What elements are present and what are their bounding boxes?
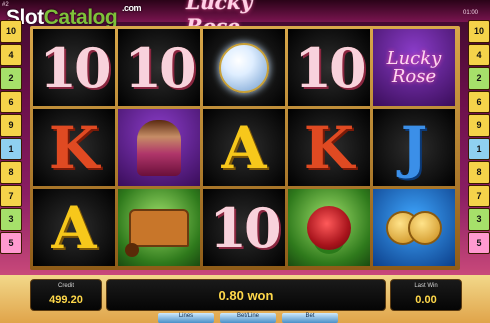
ten-symbol: 10: [118, 29, 200, 106]
win-message: 0.80 won: [218, 288, 274, 303]
payline-indicator-1: 1: [0, 137, 22, 160]
lines-button[interactable]: Lines: [158, 313, 214, 323]
payline-indicators-left: 10 4 2 6 9 1 8 7 3 5: [0, 20, 22, 256]
ten-symbol: 10: [288, 29, 370, 106]
king-symbol: K: [288, 109, 370, 186]
watermark-suffix: .com: [122, 3, 142, 13]
crystal-ball-icon: [219, 42, 269, 93]
ten-symbol: 10: [203, 189, 285, 266]
ace-glyph: A: [51, 193, 97, 262]
coins-icon: [386, 210, 442, 245]
credit-label: Credit: [57, 283, 74, 289]
payline-indicator-9: 9: [0, 114, 22, 137]
jack-symbol: J: [373, 109, 455, 186]
ace-symbol: A: [203, 109, 285, 186]
payline-indicator-5: 5: [0, 231, 22, 254]
lines-label: Lines: [178, 313, 194, 319]
ten-glyph: 10: [294, 35, 366, 100]
credit-value: 499.20: [49, 294, 83, 306]
rose-symbol: [288, 189, 370, 266]
lucky-rose-icon: Lucky Rose: [386, 47, 442, 87]
payline-indicator-4: 4: [468, 43, 490, 66]
ten-glyph: 10: [39, 35, 111, 100]
ten-glyph: 10: [124, 35, 196, 100]
payline-indicator-8: 8: [468, 161, 490, 184]
jack-glyph: J: [400, 114, 428, 181]
clock: 01:00: [462, 10, 478, 16]
gold-coins-symbol: [373, 189, 455, 266]
payline-indicator-10: 10: [468, 20, 490, 43]
payline-indicator-9: 9: [468, 114, 490, 137]
fortune-teller-icon: [137, 119, 181, 176]
ten-glyph: 10: [209, 195, 281, 260]
bet-button[interactable]: Bet: [282, 313, 338, 323]
credit-display: Credit 499.20: [30, 279, 102, 311]
payline-indicator-8: 8: [0, 161, 22, 184]
last-win-value: 0.00: [415, 294, 437, 306]
reel-2: 10: [118, 29, 200, 267]
payline-indicator-10: 10: [0, 20, 22, 43]
last-win-label: Last Win: [414, 283, 438, 289]
payline-indicators-right: 10 4 2 6 9 1 8 7 3 5: [468, 20, 490, 256]
gypsy-wagon-symbol: [118, 189, 200, 266]
rose-icon: [307, 205, 351, 250]
king-glyph: K: [303, 113, 355, 182]
payline-indicator-6: 6: [468, 90, 490, 113]
wagon-icon: [125, 208, 189, 257]
payline-indicator-3: 3: [0, 208, 22, 231]
payline-indicator-3: 3: [468, 208, 490, 231]
reel-4: 10 K: [288, 29, 370, 267]
payline-indicator-6: 6: [0, 90, 22, 113]
fortune-teller-symbol: [118, 109, 200, 186]
bet-per-line-button[interactable]: Bet/Line: [220, 313, 276, 323]
ace-glyph: A: [221, 113, 267, 182]
payline-indicator-4: 4: [0, 43, 22, 66]
payline-indicator-5: 5: [468, 231, 490, 254]
reel-3: A 10: [203, 29, 285, 267]
payline-indicator-2: 2: [0, 67, 22, 90]
reel-5: Lucky Rose J: [373, 29, 455, 267]
ace-symbol: A: [33, 189, 115, 266]
lucky-rose-wild-symbol: Lucky Rose: [373, 29, 455, 106]
coin-icon: [408, 210, 442, 245]
last-win-display: Last Win 0.00: [390, 279, 462, 311]
reel-grid: 10 K A 10 A 10 10 K Lucky Rose J: [30, 26, 460, 270]
bet-per-line-label: Bet/Line: [236, 313, 260, 319]
king-symbol: K: [33, 109, 115, 186]
payline-indicator-2: 2: [468, 67, 490, 90]
win-display: 0.80 won: [106, 279, 386, 311]
payline-indicator-7: 7: [468, 184, 490, 207]
payline-indicator-7: 7: [0, 184, 22, 207]
payline-indicator-1: 1: [468, 137, 490, 160]
bet-label: Bet: [305, 313, 315, 319]
king-glyph: K: [48, 113, 100, 182]
crystal-ball-symbol: [203, 29, 285, 106]
reel-1: 10 K A: [33, 29, 115, 267]
game-logo: Lucky Rose: [186, 0, 253, 38]
ten-symbol: 10: [33, 29, 115, 106]
